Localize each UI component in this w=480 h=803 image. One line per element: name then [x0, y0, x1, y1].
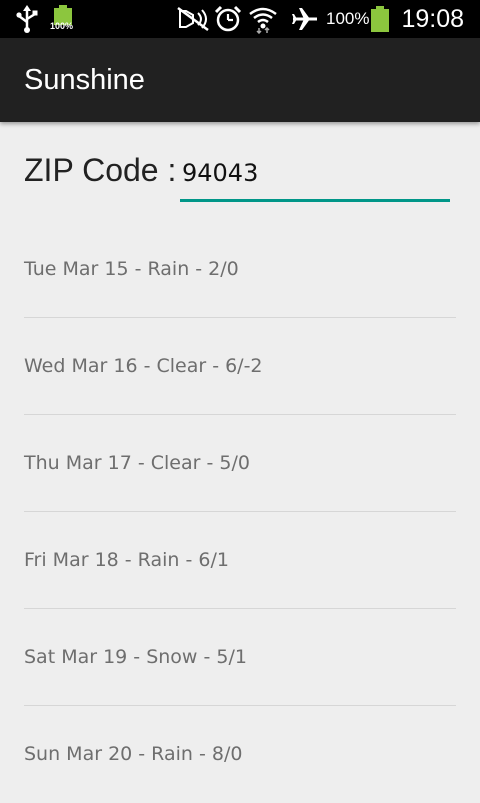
- forecast-item[interactable]: Sat Mar 19 - Snow - 5/1: [24, 609, 456, 706]
- zip-code-input[interactable]: [180, 154, 450, 202]
- wifi-icon: [248, 0, 278, 38]
- battery-small-label: 100%: [50, 21, 74, 31]
- mute-icon: [176, 0, 210, 38]
- alarm-icon: [214, 0, 242, 38]
- status-bar: 100% 100% 19:08: [0, 0, 480, 38]
- forecast-item[interactable]: Fri Mar 18 - Rain - 6/1: [24, 512, 456, 609]
- forecast-list[interactable]: Tue Mar 15 - Rain - 2/0 Wed Mar 16 - Cle…: [24, 221, 456, 803]
- forecast-item[interactable]: Tue Mar 15 - Rain - 2/0: [24, 221, 456, 318]
- zip-code-label: ZIP Code :: [24, 152, 177, 188]
- forecast-item[interactable]: Wed Mar 16 - Clear - 6/-2: [24, 318, 456, 415]
- forecast-item[interactable]: Thu Mar 17 - Clear - 5/0: [24, 415, 456, 512]
- main-content: ZIP Code : Tue Mar 15 - Rain - 2/0 Wed M…: [0, 122, 480, 800]
- airplane-icon: [290, 0, 320, 38]
- battery-icon: [370, 0, 390, 38]
- usb-icon: [14, 0, 40, 38]
- battery-small-icon: [50, 0, 78, 38]
- battery-percent: 100%: [326, 9, 370, 28]
- action-bar: Sunshine: [0, 38, 480, 122]
- app-title: Sunshine: [24, 64, 145, 96]
- forecast-item[interactable]: Sun Mar 20 - Rain - 8/0: [24, 706, 456, 803]
- clock-time: 19:08: [401, 5, 464, 33]
